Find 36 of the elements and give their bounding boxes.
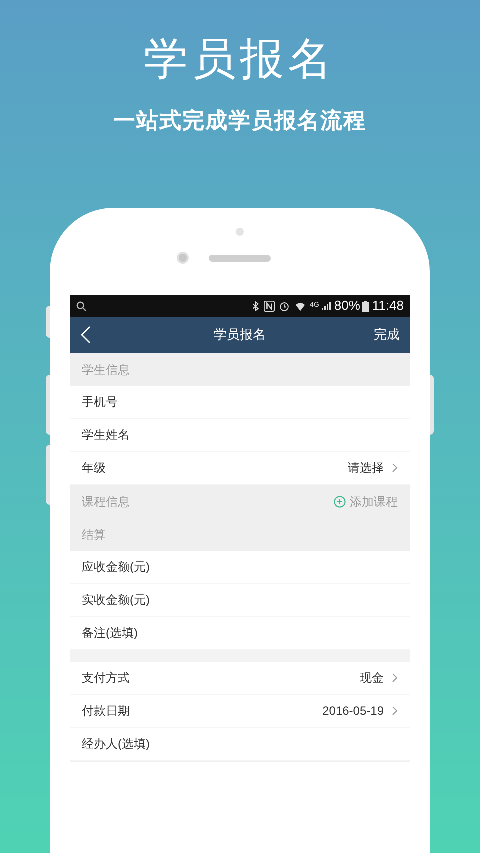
battery-level: 80% — [334, 298, 360, 314]
phone-speaker — [209, 254, 271, 262]
field-label: 实收金额(元) — [82, 592, 150, 609]
nfc-icon — [264, 300, 276, 312]
screen-title: 学员报名 — [214, 326, 266, 344]
bluetooth-icon — [252, 300, 260, 312]
signal-icon — [321, 301, 332, 311]
plus-circle-icon — [334, 496, 346, 508]
search-icon — [76, 300, 87, 312]
battery-icon — [362, 300, 370, 312]
field-label: 学生姓名 — [82, 427, 130, 444]
field-label: 手机号 — [82, 394, 118, 411]
field-value: 现金 — [360, 670, 384, 687]
phone-camera — [177, 252, 189, 264]
field-label: 付款日期 — [82, 703, 130, 720]
clock-time: 11:48 — [372, 298, 404, 314]
tagline: 一站式完成学员报名流程 — [114, 108, 366, 134]
chevron-icon — [392, 463, 398, 473]
chevron-icon — [392, 706, 398, 716]
wifi-icon — [295, 300, 306, 312]
field-value: 请选择 — [348, 460, 384, 477]
phone-sensor — [236, 228, 244, 236]
field-value: 2016-05-19 — [322, 703, 384, 720]
field-label: 经办人(选填) — [82, 736, 150, 753]
field-label: 年级 — [82, 460, 106, 477]
done-button[interactable]: 完成 — [374, 325, 400, 345]
section-title: 结算 — [82, 526, 106, 544]
field-label: 应收金额(元) — [82, 559, 150, 576]
chevron-icon — [392, 673, 398, 683]
alarm-icon — [279, 300, 290, 312]
section-title: 学生信息 — [82, 362, 130, 378]
section-title: 课程信息 — [82, 494, 130, 510]
back-icon[interactable] — [80, 326, 92, 344]
field-label: 备注(选填) — [82, 625, 138, 642]
field-label: 支付方式 — [82, 670, 130, 687]
headline: 学员报名 — [144, 34, 336, 86]
